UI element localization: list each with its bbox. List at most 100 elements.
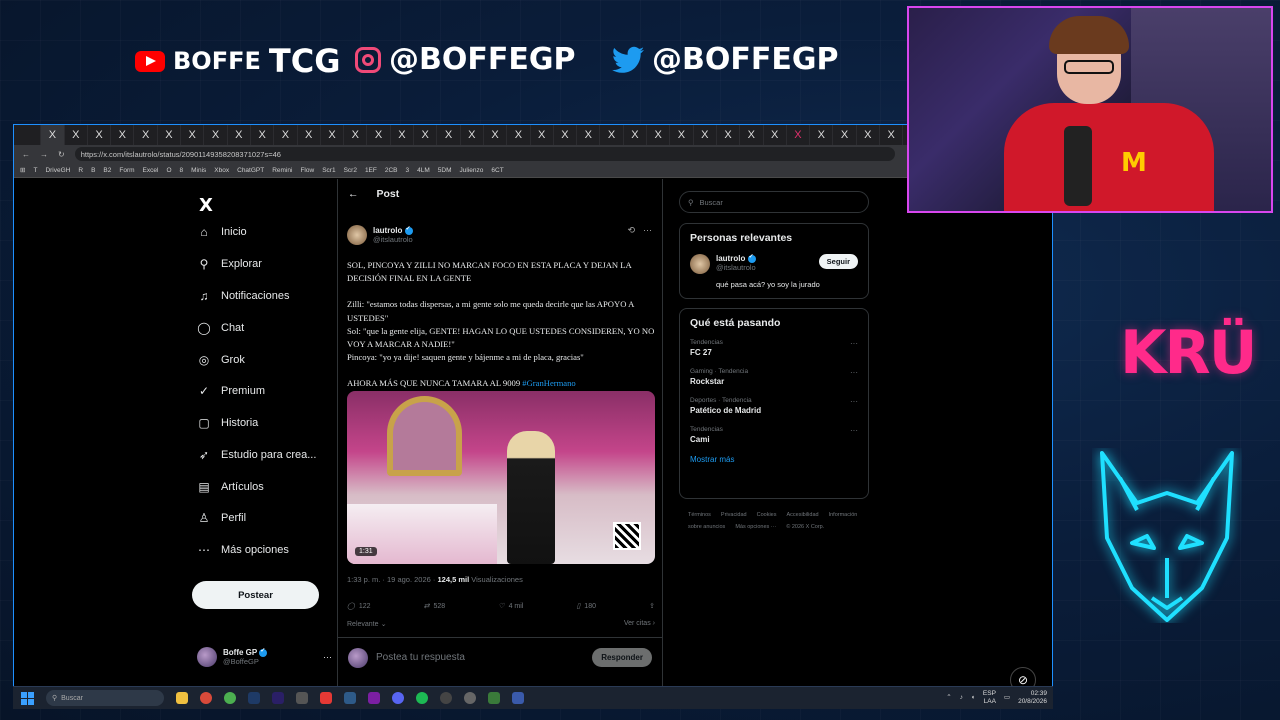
- browser-tab[interactable]: X: [670, 125, 694, 145]
- browser-tab[interactable]: X: [507, 125, 531, 145]
- sort-dropdown[interactable]: Relevante ⌄: [347, 620, 386, 628]
- bookmark-item[interactable]: Scr2: [344, 167, 357, 174]
- browser-tab[interactable]: X: [787, 125, 811, 145]
- more-icon[interactable]: ···: [850, 397, 858, 406]
- app-icon[interactable]: [296, 692, 308, 704]
- x-logo[interactable]: X: [199, 195, 213, 216]
- show-more-link[interactable]: Mostrar más: [690, 455, 858, 464]
- forward-icon[interactable]: →: [40, 150, 48, 159]
- grok-icon[interactable]: ⟲: [627, 225, 635, 236]
- bookmark-item[interactable]: ChatGPT: [237, 167, 264, 174]
- trend-item[interactable]: Tendencias Cami ···: [690, 426, 858, 444]
- account-switcher[interactable]: Boffe GP @BoffeGP ···: [197, 647, 332, 667]
- footer-link[interactable]: Más opciones ···: [735, 524, 776, 530]
- browser-tab[interactable]: X: [740, 125, 764, 145]
- repost-action[interactable]: ⇄ 528: [424, 602, 446, 611]
- bookmark-item[interactable]: DriveGH: [45, 167, 70, 174]
- view-quotes-link[interactable]: Ver citas ›: [624, 620, 655, 628]
- spotify-icon[interactable]: [416, 692, 428, 704]
- browser-tab[interactable]: X: [461, 125, 484, 145]
- footer-link[interactable]: © 2026 X Corp.: [786, 524, 824, 530]
- browser-tab[interactable]: X: [65, 125, 88, 145]
- footer-link[interactable]: Cookies: [757, 512, 777, 518]
- bookmark-item[interactable]: Form: [119, 167, 134, 174]
- app-icon[interactable]: [464, 692, 476, 704]
- browser-tab[interactable]: X: [41, 125, 65, 145]
- bookmark-item[interactable]: Flow: [300, 167, 314, 174]
- nav-item-estudio[interactable]: ➶ Estudio para crea...: [197, 448, 316, 462]
- network-icon[interactable]: ▭: [1004, 694, 1010, 702]
- nav-item-más[interactable]: ⋯ Más opciones: [197, 543, 289, 557]
- app-icon[interactable]: [368, 692, 380, 704]
- more-icon[interactable]: ···: [850, 368, 858, 377]
- apps-icon[interactable]: ⊞: [20, 166, 25, 174]
- back-arrow-icon[interactable]: ←: [348, 188, 359, 200]
- relevant-avatar[interactable]: [690, 254, 710, 274]
- file-explorer-icon[interactable]: [176, 692, 188, 704]
- browser-tab[interactable]: X: [158, 125, 182, 145]
- bookmark-item[interactable]: Scr1: [322, 167, 335, 174]
- reload-icon[interactable]: ↻: [58, 150, 65, 159]
- browser-tab[interactable]: X: [694, 125, 717, 145]
- browser-tab[interactable]: X: [600, 125, 624, 145]
- url-field[interactable]: https://x.com/itslautrolo/status/2090114…: [74, 147, 895, 161]
- nav-item-grok[interactable]: ◎ Grok: [197, 353, 245, 367]
- browser-tab[interactable]: X: [647, 125, 671, 145]
- browser-tab[interactable]: X: [717, 125, 741, 145]
- browser-tab[interactable]: X: [251, 125, 275, 145]
- bookmark-item[interactable]: Remini: [272, 167, 292, 174]
- nav-item-inicio[interactable]: ⌂ Inicio: [197, 225, 246, 239]
- hashtag-link[interactable]: #GranHermano: [522, 378, 575, 388]
- relevant-user[interactable]: lautrolo @itslautrolo Seguir: [690, 253, 858, 274]
- footer-link[interactable]: Accesibilidad: [786, 512, 818, 518]
- share-icon[interactable]: ⇪: [649, 602, 655, 610]
- nav-item-perfil[interactable]: ♙ Perfil: [197, 511, 246, 525]
- browser-tab[interactable]: X: [228, 125, 251, 145]
- trend-item[interactable]: Deportes · Tendencia Patético de Madrid ··…: [690, 397, 858, 415]
- nav-item-artículos[interactable]: ▤ Artículos: [197, 480, 263, 494]
- bookmark-item[interactable]: O: [166, 167, 171, 174]
- bookmark-item[interactable]: Minis: [191, 167, 206, 174]
- bookmark-item[interactable]: Xbox: [214, 167, 229, 174]
- bookmark-item[interactable]: 2CB: [385, 167, 398, 174]
- browser-tab[interactable]: X: [367, 125, 391, 145]
- browser-tab[interactable]: X: [810, 125, 834, 145]
- opera-icon[interactable]: [200, 692, 212, 704]
- nav-item-premium[interactable]: ✓ Premium: [197, 384, 265, 398]
- bookmark-item[interactable]: T: [33, 167, 37, 174]
- language-indicator[interactable]: ESP LAA: [983, 690, 996, 706]
- photoshop-icon[interactable]: [248, 692, 260, 704]
- footer-link[interactable]: Términos: [688, 512, 711, 518]
- browser-tab[interactable]: X: [391, 125, 415, 145]
- bookmark-item[interactable]: Julienzo: [460, 167, 484, 174]
- browser-tab[interactable]: X: [111, 125, 135, 145]
- nav-item-explorar[interactable]: ⚲ Explorar: [197, 257, 262, 271]
- browser-tab[interactable]: X: [764, 125, 787, 145]
- browser-tab[interactable]: X: [344, 125, 368, 145]
- more-icon[interactable]: ···: [850, 426, 858, 435]
- tab-list-button[interactable]: [18, 125, 42, 145]
- bookmark-item[interactable]: 6CT: [491, 167, 503, 174]
- author-avatar[interactable]: [347, 225, 367, 245]
- browser-tab[interactable]: X: [274, 125, 298, 145]
- bookmark-action[interactable]: ▯ 180: [576, 602, 596, 611]
- tray-chevron-icon[interactable]: ⌃: [946, 694, 951, 702]
- nav-item-historia[interactable]: ▢ Historia: [197, 416, 258, 430]
- browser-tab[interactable]: X: [531, 125, 554, 145]
- like-action[interactable]: ♡ 4 mil: [498, 602, 523, 611]
- tweet-time[interactable]: 1:33 p. m. · 19 ago. 2026 ·: [347, 575, 437, 584]
- bookmark-item[interactable]: B: [91, 167, 95, 174]
- bookmark-item[interactable]: Excel: [143, 167, 159, 174]
- browser-tab[interactable]: X: [204, 125, 228, 145]
- app-icon[interactable]: [320, 692, 332, 704]
- browser-tab[interactable]: X: [577, 125, 601, 145]
- browser-tab[interactable]: X: [181, 125, 205, 145]
- browser-tab[interactable]: X: [88, 125, 112, 145]
- obs-icon[interactable]: [440, 692, 452, 704]
- browser-tab[interactable]: X: [624, 125, 648, 145]
- app-icon[interactable]: [488, 692, 500, 704]
- steam-icon[interactable]: [344, 692, 356, 704]
- trend-item[interactable]: Tendencias FC 27 ···: [690, 339, 858, 357]
- mic-icon[interactable]: ♪: [960, 694, 963, 702]
- tweet-author[interactable]: lautrolo @itslautrolo: [347, 225, 413, 245]
